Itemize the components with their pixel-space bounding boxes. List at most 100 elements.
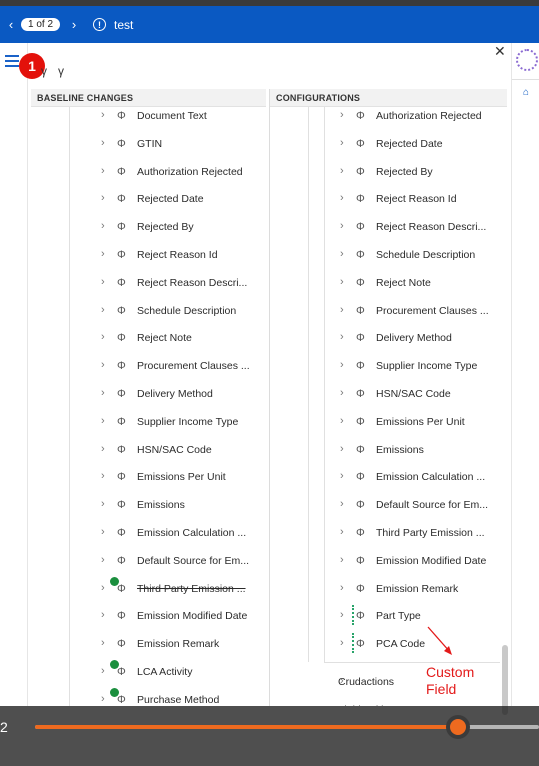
tree-row[interactable]: › Φ LCA Activity (31, 660, 266, 682)
expand-chevron-icon[interactable]: › (101, 220, 105, 232)
tree-row[interactable]: › Φ Procurement Clauses ... (31, 358, 266, 376)
tree-row[interactable]: › Φ Reject Note (270, 275, 507, 293)
tree-row[interactable]: › Φ Authorization Rejected (31, 164, 266, 182)
expand-chevron-icon[interactable]: › (101, 165, 105, 177)
expand-chevron-icon[interactable]: › (340, 637, 344, 649)
tree-row[interactable]: › Φ Reject Note (31, 330, 266, 348)
expand-chevron-icon[interactable]: › (101, 387, 105, 399)
expand-chevron-icon[interactable]: › (101, 637, 105, 649)
expand-chevron-icon[interactable]: › (340, 109, 344, 121)
field-icon: Φ (356, 415, 365, 428)
tree-row[interactable]: › Φ Reject Reason Descri... (270, 219, 507, 237)
expand-chevron-icon[interactable]: › (101, 470, 105, 482)
tree-row[interactable]: › Φ Supplier Income Type (270, 358, 507, 376)
expand-chevron-icon[interactable]: › (340, 609, 344, 621)
expand-chevron-icon[interactable]: › (340, 331, 344, 343)
expand-chevron-icon[interactable]: › (101, 109, 105, 121)
close-icon[interactable]: ✕ (494, 43, 506, 60)
field-icon: Φ (117, 388, 126, 400)
tree-row-label: Default Source for Em... (376, 499, 489, 512)
branch-icon[interactable]: γ (41, 64, 47, 78)
expand-chevron-icon[interactable]: › (101, 665, 105, 677)
expand-chevron-icon[interactable]: › (101, 248, 105, 260)
expand-chevron-icon[interactable]: › (340, 443, 344, 455)
tree-row[interactable]: › Φ Delivery Method (31, 386, 266, 404)
compare-branch-icon[interactable]: γ (58, 64, 64, 78)
expand-chevron-icon[interactable]: › (101, 609, 105, 621)
tree-row[interactable]: › Φ Schedule Description (270, 247, 507, 265)
tree-row[interactable]: › Φ Default Source for Em... (31, 553, 266, 571)
hamburger-menu-icon[interactable] (5, 55, 19, 70)
tree-row[interactable]: › Φ Rejected Date (31, 191, 266, 209)
tree-row[interactable]: › Φ Reject Reason Descri... (31, 275, 266, 293)
expand-chevron-icon[interactable]: › (340, 387, 344, 399)
expand-chevron-icon[interactable]: › (340, 526, 344, 538)
tree-row[interactable]: › Φ Third Party Emission ... (270, 525, 507, 543)
expand-chevron-icon[interactable]: › (101, 443, 105, 455)
tree-row-label: Procurement Clauses ... (137, 360, 250, 373)
tree-row[interactable]: › Φ HSN/SAC Code (270, 386, 507, 404)
tree-row[interactable]: › Φ Emissions Per Unit (31, 469, 266, 487)
tree-row[interactable]: › Φ Supplier Income Type (31, 414, 266, 432)
expand-chevron-icon[interactable]: › (340, 248, 344, 260)
expand-chevron-icon[interactable]: › (101, 498, 105, 510)
expand-chevron-icon[interactable]: › (340, 359, 344, 371)
expand-chevron-icon[interactable]: › (101, 304, 105, 316)
tree-row[interactable]: › Φ Rejected Date (270, 136, 507, 154)
expand-chevron-icon[interactable]: › (340, 582, 344, 594)
tree-row-label: Procurement Clauses ... (376, 304, 489, 317)
tree-row[interactable]: › Φ Part Type (270, 605, 507, 626)
expand-chevron-icon[interactable]: › (101, 526, 105, 538)
expand-chevron-icon[interactable]: › (340, 192, 344, 204)
expand-chevron-icon[interactable]: › (101, 582, 105, 594)
tree-row[interactable]: › Φ Purchase Method (31, 687, 266, 706)
tree-row[interactable]: › Φ Document Text (31, 108, 266, 126)
tree-row[interactable]: › Φ Emission Remark (270, 581, 507, 599)
expand-chevron-icon[interactable]: › (101, 554, 105, 566)
tree-row[interactable]: › Φ Emission Modified Date (31, 608, 266, 626)
expand-chevron-icon[interactable]: › (101, 276, 105, 288)
tree-row[interactable]: › Φ Procurement Clauses ... (270, 303, 507, 321)
tree-row[interactable]: › Φ Schedule Description (31, 303, 266, 321)
tree-row[interactable]: › Φ Emission Modified Date (270, 553, 507, 571)
scrollbar[interactable] (502, 645, 508, 715)
expand-chevron-icon[interactable]: › (340, 470, 344, 482)
tree-row[interactable]: › Φ GTIN (31, 136, 266, 154)
expand-chevron-icon[interactable]: › (340, 498, 344, 510)
expand-chevron-icon[interactable]: › (340, 137, 344, 149)
expand-chevron-icon[interactable]: › (101, 359, 105, 371)
expand-chevron-icon[interactable]: › (101, 192, 105, 204)
tree-row[interactable]: › Φ Emission Calculation ... (31, 525, 266, 543)
tree-row[interactable]: › Φ Emissions (31, 497, 266, 515)
tree-row[interactable]: › Φ Reject Reason Id (31, 247, 266, 265)
tree-row[interactable]: › Φ Emissions (270, 442, 507, 460)
expand-chevron-icon[interactable]: › (101, 693, 105, 705)
pager[interactable]: 1 of 2 (21, 18, 61, 31)
tree-row[interactable]: › Φ Emissions Per Unit (270, 414, 507, 432)
tree-row[interactable]: › Φ PCA Code (270, 633, 507, 654)
home-icon[interactable]: ⌂ (523, 87, 529, 98)
tree-row[interactable]: › Φ Authorization Rejected (270, 108, 507, 126)
field-icon: Φ (356, 332, 365, 345)
expand-chevron-icon[interactable]: › (101, 137, 105, 149)
tree-row[interactable]: › Φ Rejected By (31, 219, 266, 237)
expand-chevron-icon[interactable]: › (101, 415, 105, 427)
expand-chevron-icon[interactable]: › (340, 276, 344, 288)
chevron-left-icon[interactable]: ‹ (4, 17, 18, 32)
tree-row[interactable]: › Φ Third Party Emission ... (31, 576, 266, 599)
expand-chevron-icon[interactable]: › (340, 554, 344, 566)
tree-row[interactable]: › Φ Default Source for Em... (270, 497, 507, 515)
info-icon[interactable]: ! (93, 18, 107, 31)
tree-row[interactable]: › Φ Delivery Method (270, 330, 507, 348)
expand-chevron-icon[interactable]: › (340, 165, 344, 177)
chevron-right-icon[interactable]: › (67, 17, 81, 32)
expand-chevron-icon[interactable]: › (340, 220, 344, 232)
tree-row[interactable]: › Φ Emission Calculation ... (270, 469, 507, 487)
expand-chevron-icon[interactable]: › (340, 415, 344, 427)
expand-chevron-icon[interactable]: › (340, 304, 344, 316)
tree-row[interactable]: › Φ Rejected By (270, 164, 507, 182)
expand-chevron-icon[interactable]: › (101, 331, 105, 343)
tree-row[interactable]: › Φ Reject Reason Id (270, 191, 507, 209)
tree-row[interactable]: › Φ Emission Remark (31, 636, 266, 654)
tree-row[interactable]: › Φ HSN/SAC Code (31, 442, 266, 460)
